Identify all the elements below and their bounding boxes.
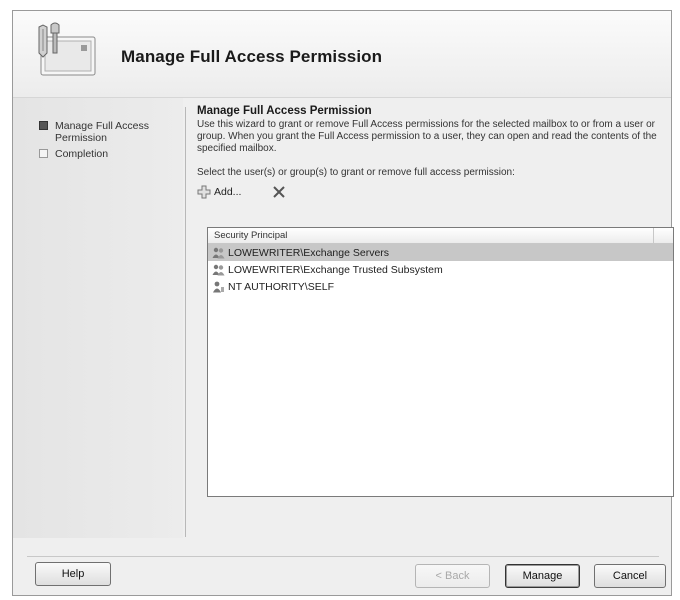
- cancel-button[interactable]: Cancel: [594, 564, 666, 588]
- group-icon: [212, 247, 225, 258]
- mailbox-permission-icon: [38, 22, 96, 76]
- wizard-header: Manage Full Access Permission: [13, 11, 671, 98]
- wizard-content: Manage Full Access Permission Use this w…: [197, 103, 667, 202]
- add-button[interactable]: Add...: [197, 184, 241, 200]
- column-security-principal[interactable]: Security Principal: [208, 228, 654, 243]
- add-button-label: Add...: [214, 186, 242, 198]
- user-icon: [213, 281, 224, 292]
- step-label: Completion: [55, 148, 109, 160]
- list-item-label: NT AUTHORITY\SELF: [228, 280, 334, 293]
- wizard-window: Manage Full Access Permission Manage Ful…: [12, 10, 674, 596]
- footer-divider: [27, 556, 659, 557]
- list-item-label: LOWEWRITER\Exchange Servers: [228, 246, 390, 259]
- add-icon: [197, 185, 211, 199]
- help-button[interactable]: Help: [35, 562, 111, 586]
- step-pending-indicator: [39, 149, 48, 158]
- step-label: Manage Full Access Permission: [55, 120, 149, 144]
- list-item[interactable]: LOWEWRITER\Exchange Trusted Subsystem: [208, 261, 673, 278]
- step-current-indicator: [39, 121, 48, 130]
- group-icon: [212, 264, 225, 275]
- select-users-label: Select the user(s) or group(s) to grant …: [197, 167, 515, 178]
- step-manage-full-access: Manage Full Access Permission: [39, 120, 165, 144]
- section-description: Use this wizard to grant or remove Full …: [197, 119, 657, 154]
- list-header: Security Principal: [208, 228, 673, 244]
- permission-toolbar: Add...: [197, 182, 667, 202]
- wizard-title: Manage Full Access Permission: [121, 47, 383, 66]
- list-item-label: LOWEWRITER\Exchange Trusted Subsystem: [228, 263, 443, 276]
- wizard-steps: Manage Full Access Permission Completion: [13, 98, 183, 538]
- delete-icon[interactable]: [271, 184, 287, 200]
- list-item[interactable]: LOWEWRITER\Exchange Servers: [208, 244, 673, 261]
- sidebar-divider: [185, 107, 186, 537]
- back-button[interactable]: < Back: [415, 564, 490, 588]
- manage-button[interactable]: Manage: [505, 564, 580, 588]
- list-item[interactable]: NT AUTHORITY\SELF: [208, 278, 673, 295]
- section-title: Manage Full Access Permission: [197, 105, 372, 117]
- step-completion: Completion: [39, 148, 165, 160]
- security-principal-list[interactable]: Security Principal LOWEWRITER\Exchange S…: [207, 227, 674, 497]
